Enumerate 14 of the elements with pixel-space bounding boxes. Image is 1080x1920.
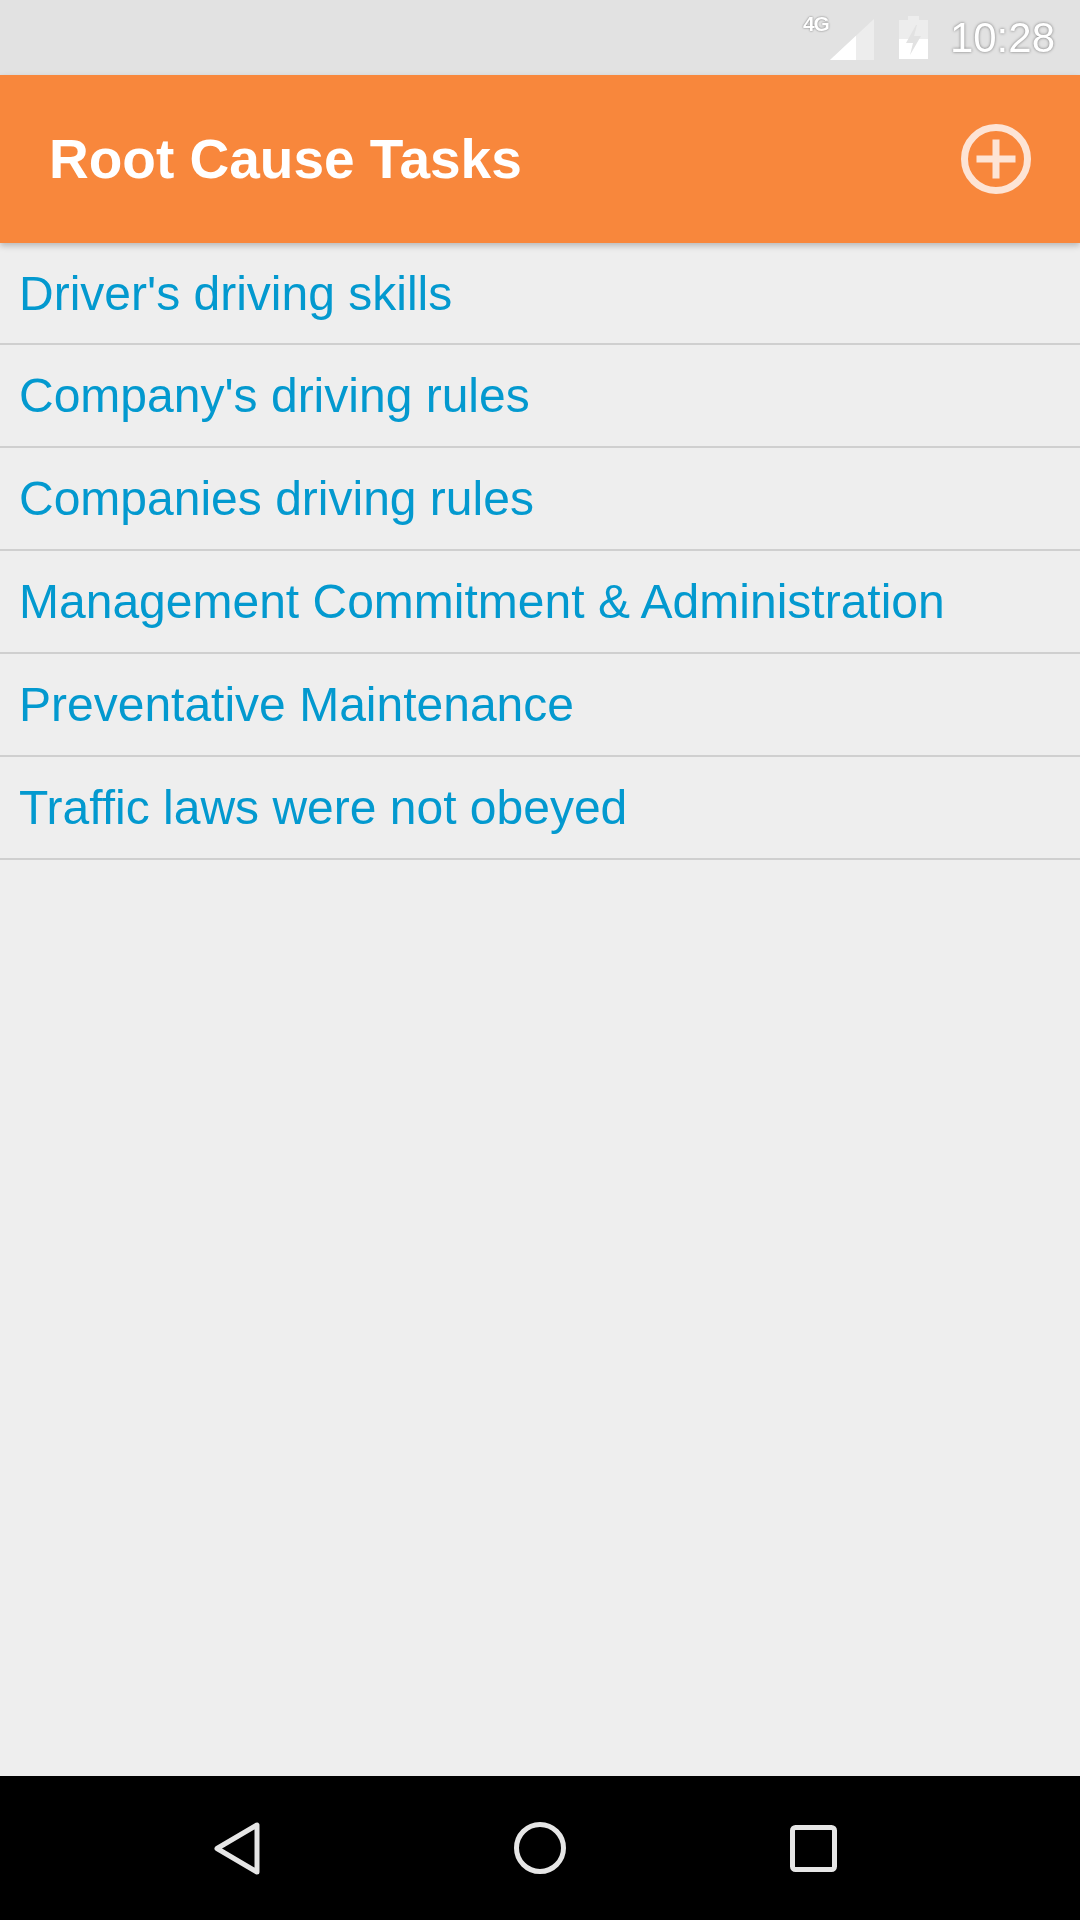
task-item[interactable]: Management Commitment & Administration xyxy=(0,551,1080,654)
task-item[interactable]: Companies driving rules xyxy=(0,448,1080,551)
signal-icon xyxy=(829,18,874,60)
home-icon[interactable] xyxy=(514,1822,566,1874)
task-item[interactable]: Driver's driving skills xyxy=(0,243,1080,345)
task-item[interactable]: Traffic laws were not obeyed xyxy=(0,757,1080,860)
status-time: 10:28 xyxy=(949,13,1055,62)
task-item[interactable]: Preventative Maintenance xyxy=(0,654,1080,757)
app-title: Root Cause Tasks xyxy=(49,127,522,191)
back-icon[interactable] xyxy=(214,1821,260,1875)
battery-icon xyxy=(898,16,928,59)
task-item[interactable]: Company's driving rules xyxy=(0,345,1080,448)
recent-apps-icon[interactable] xyxy=(790,1824,837,1872)
network-type: 4G xyxy=(802,13,829,35)
